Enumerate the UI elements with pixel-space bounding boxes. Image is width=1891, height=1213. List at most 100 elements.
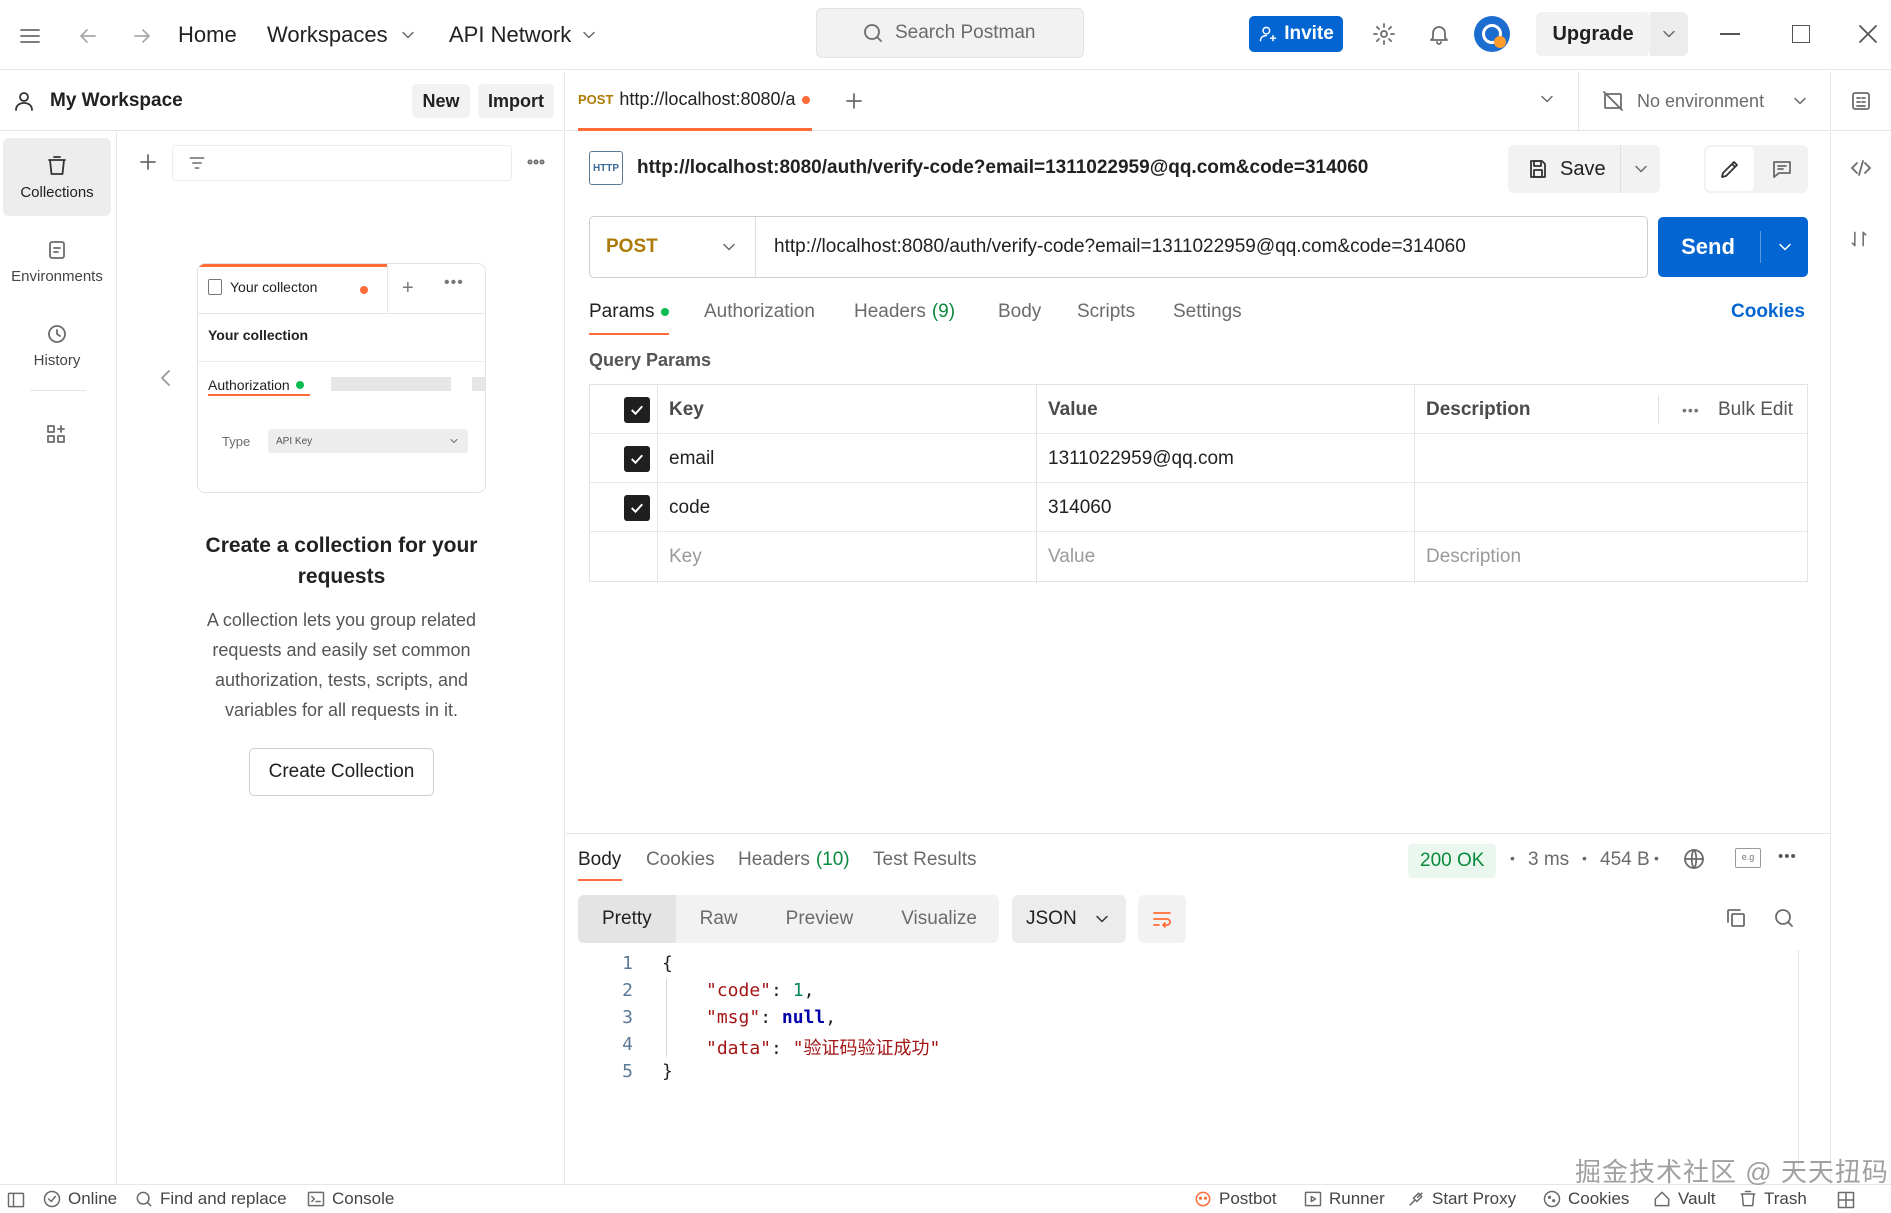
response-tab-test-results[interactable]: Test Results [873, 849, 976, 871]
nav-workspaces[interactable]: Workspaces [267, 22, 418, 48]
minimize-icon[interactable] [1720, 33, 1740, 35]
format-visualize[interactable]: Visualize [877, 895, 1001, 943]
globe-icon[interactable] [1682, 847, 1706, 871]
param-key[interactable]: code [657, 483, 710, 532]
tab-settings[interactable]: Settings [1173, 301, 1242, 323]
maximize-icon[interactable] [1792, 25, 1810, 43]
response-divider[interactable] [566, 833, 1830, 834]
start-proxy[interactable]: Start Proxy [1406, 1189, 1516, 1209]
card-more-icon: ••• [444, 274, 464, 291]
console[interactable]: Console [306, 1189, 394, 1209]
response-time[interactable]: 3 ms [1528, 849, 1569, 871]
invite-button[interactable]: Invite [1249, 16, 1343, 52]
environment-quick-look[interactable] [1830, 71, 1891, 131]
param-description[interactable] [1414, 434, 1807, 483]
postbot[interactable]: Postbot [1193, 1189, 1277, 1209]
plus-icon[interactable] [136, 150, 160, 174]
online-status[interactable]: Online [42, 1189, 117, 1209]
format-pretty[interactable]: Pretty [578, 895, 676, 943]
tab-authorization[interactable]: Authorization [704, 301, 815, 323]
tab-body[interactable]: Body [998, 301, 1041, 323]
bell-icon[interactable] [1427, 22, 1451, 46]
nav-api-network[interactable]: API Network [449, 22, 599, 48]
pencil-button[interactable] [1706, 147, 1754, 191]
response-tab-headers[interactable]: Headers (10) [738, 849, 850, 871]
response-body-viewer[interactable]: 1 { 2 "code": 1, 3 "msg": null, 4 "data"… [578, 948, 1818, 1082]
filter-input[interactable] [172, 145, 512, 181]
send-dropdown[interactable] [1762, 217, 1808, 277]
row-checkbox[interactable] [624, 434, 650, 483]
status-badge[interactable]: 200 OK [1408, 844, 1497, 878]
response-tab-cookies[interactable]: Cookies [646, 849, 715, 871]
comment-button[interactable] [1758, 147, 1806, 191]
vault[interactable]: Vault [1652, 1189, 1716, 1209]
language-select[interactable]: JSON [1012, 895, 1126, 943]
avatar[interactable] [1474, 16, 1510, 52]
tab-headers[interactable]: Headers (9) [854, 301, 955, 323]
menu-icon[interactable] [18, 24, 42, 48]
column-options-icon[interactable]: ••• [1670, 385, 1700, 434]
new-description-input[interactable]: Description [1414, 532, 1521, 581]
new-tab-plus-icon[interactable] [842, 89, 866, 113]
create-collection-button[interactable]: Create Collection [249, 748, 434, 796]
search-icon[interactable] [1772, 906, 1796, 930]
param-key[interactable]: email [657, 434, 714, 483]
layout-icon[interactable] [1836, 1190, 1856, 1210]
method-select[interactable]: POST [590, 217, 756, 277]
find-replace-label: Find and replace [160, 1189, 287, 1208]
workspace-name[interactable]: My Workspace [50, 90, 183, 112]
rail-history[interactable]: History [3, 306, 111, 384]
chevron-left-icon[interactable] [154, 366, 178, 390]
select-all-checkbox[interactable] [624, 385, 650, 434]
upgrade-dropdown[interactable] [1650, 12, 1688, 56]
tab-params[interactable]: Params [589, 301, 670, 323]
tab-scripts[interactable]: Scripts [1077, 301, 1135, 323]
send-button[interactable]: Send [1658, 217, 1758, 277]
param-description[interactable] [1414, 483, 1807, 532]
request-tab-active[interactable]: POST http://localhost:8080/a [578, 71, 812, 131]
copy-icon[interactable] [1724, 906, 1748, 930]
related-icon[interactable] [1849, 229, 1869, 249]
new-value-input[interactable]: Value [1036, 532, 1095, 581]
new-button[interactable]: New [412, 84, 470, 118]
trash[interactable]: Trash [1738, 1189, 1807, 1209]
response-size[interactable]: 454 B [1600, 849, 1650, 871]
url-input[interactable]: http://localhost:8080/auth/verify-code?e… [756, 236, 1466, 258]
scrollbar-track[interactable] [1798, 950, 1799, 1170]
back-arrow-icon[interactable] [76, 24, 100, 48]
request-title[interactable]: http://localhost:8080/auth/verify-code?e… [637, 157, 1368, 179]
wrap-lines-button[interactable] [1138, 895, 1186, 943]
nav-home[interactable]: Home [178, 22, 237, 48]
save-dropdown[interactable] [1620, 145, 1660, 193]
environment-selector[interactable]: No environment [1578, 71, 1830, 131]
close-icon[interactable] [1856, 22, 1880, 46]
example-icon[interactable]: e.g [1735, 848, 1761, 868]
param-value[interactable]: 314060 [1036, 483, 1111, 532]
param-value[interactable]: 1311022959@qq.com [1036, 434, 1234, 483]
response-more-icon[interactable]: ••• [1778, 848, 1797, 865]
cookies-link[interactable]: Cookies [1731, 301, 1805, 323]
code-icon[interactable] [1849, 156, 1873, 180]
more-options-icon[interactable] [524, 150, 548, 174]
settings-gear-icon[interactable] [1372, 22, 1396, 46]
upgrade-button[interactable]: Upgrade [1536, 12, 1650, 56]
rail-environments[interactable]: Environments [3, 222, 111, 300]
bulk-edit-button[interactable]: Bulk Edit [1706, 385, 1793, 434]
import-button[interactable]: Import [478, 84, 554, 118]
format-preview[interactable]: Preview [762, 895, 878, 943]
forward-arrow-icon[interactable] [130, 24, 154, 48]
active-tab-underline [578, 879, 622, 881]
find-replace[interactable]: Find and replace [134, 1189, 287, 1209]
row-checkbox[interactable] [624, 483, 650, 532]
new-key-input[interactable]: Key [657, 532, 702, 581]
trash-can-collections-icon [48, 155, 66, 175]
runner[interactable]: Runner [1303, 1189, 1385, 1209]
search-box[interactable]: Search Postman [816, 8, 1084, 58]
format-raw[interactable]: Raw [676, 895, 762, 943]
configure-sidebar-icon[interactable] [44, 422, 68, 446]
rail-collections[interactable]: Collections [3, 138, 111, 216]
toggle-sidebar-icon[interactable] [6, 1190, 26, 1210]
cookies-status[interactable]: Cookies [1542, 1189, 1629, 1209]
response-tab-body[interactable]: Body [578, 849, 621, 871]
tabs-dropdown-icon[interactable] [1537, 89, 1557, 109]
